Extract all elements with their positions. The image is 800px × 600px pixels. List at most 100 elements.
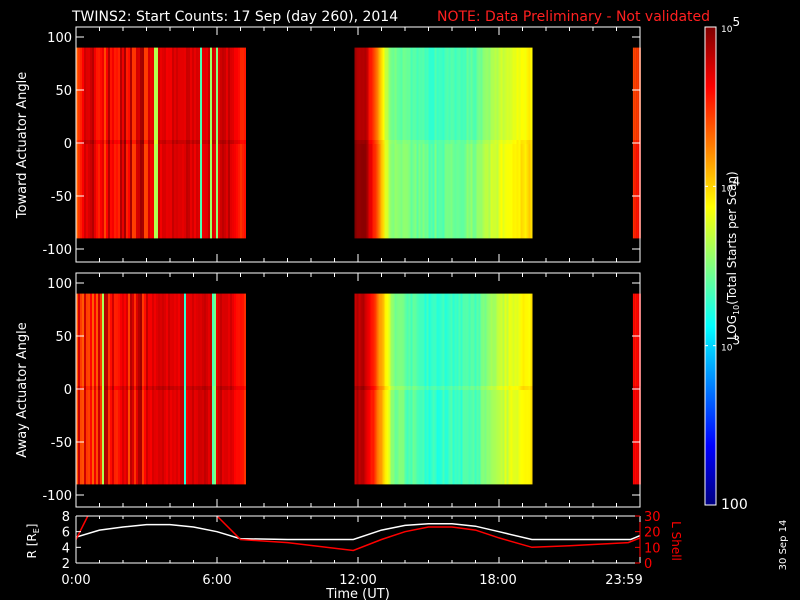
heatmap-cell	[226, 386, 228, 390]
heatmap-cell	[114, 293, 116, 386]
heatmap-cell	[392, 293, 395, 386]
heatmap-cell	[414, 293, 417, 386]
heatmap-cell	[434, 144, 437, 239]
heatmap-cell	[432, 47, 435, 140]
y-tick-label: -100	[42, 243, 72, 258]
heatmap-cell	[138, 386, 140, 390]
heatmap-cell	[120, 144, 122, 239]
heatmap-cell	[514, 47, 517, 140]
heatmap-cell	[398, 293, 401, 386]
heatmap-cell	[398, 140, 401, 144]
heatmap-cell	[498, 144, 501, 239]
heatmap-cell	[354, 144, 357, 239]
heatmap-cell	[368, 390, 371, 485]
heatmap-cell	[412, 386, 415, 390]
heatmap-cell	[148, 140, 150, 144]
heatmap-cell	[468, 140, 471, 144]
heatmap-cell	[412, 293, 415, 386]
heatmap-cell	[510, 144, 513, 239]
heatmap-cell	[486, 386, 489, 390]
heatmap-cell	[164, 293, 166, 386]
heatmap-cell	[244, 144, 246, 239]
heatmap-cell	[362, 140, 365, 144]
heatmap-cell	[430, 293, 433, 386]
heatmap-cell	[90, 386, 92, 390]
heatmap-cell	[480, 386, 483, 390]
heatmap-cell	[456, 386, 459, 390]
heatmap-cell	[190, 144, 192, 239]
heatmap-cell	[498, 140, 501, 144]
heatmap-cell	[210, 386, 212, 390]
heatmap-cell	[190, 47, 192, 140]
heatmap-cell	[126, 144, 128, 239]
heatmap-cell	[438, 144, 441, 239]
heatmap-cell	[134, 47, 136, 140]
heatmap-cell	[430, 140, 433, 144]
heatmap-cell	[464, 390, 467, 485]
heatmap-cell	[376, 293, 379, 386]
heatmap-cell	[450, 390, 453, 485]
heatmap-cell	[636, 144, 639, 239]
heatmap-cell	[452, 144, 455, 239]
heatmap-cell	[152, 47, 154, 140]
heatmap-cell	[516, 47, 519, 140]
heatmap-cell	[356, 386, 359, 390]
l-tick-label: 0	[644, 557, 652, 572]
heatmap-cell	[126, 293, 128, 386]
heatmap-cell	[404, 140, 407, 144]
heatmap-cell	[228, 390, 230, 485]
heatmap-cell	[504, 390, 507, 485]
heatmap-cell	[410, 47, 413, 140]
heatmap-cell	[240, 47, 242, 140]
heatmap-cell	[522, 144, 525, 239]
heatmap-cell	[494, 47, 497, 140]
heatmap-cell	[242, 47, 244, 140]
heatmap-cell	[480, 144, 483, 239]
heatmap-cell	[364, 293, 367, 386]
heatmap-cell	[100, 390, 102, 485]
heatmap-cell	[166, 386, 168, 390]
heatmap-cell	[460, 144, 463, 239]
heatmap-cell	[198, 144, 200, 239]
heatmap-cell	[178, 144, 180, 239]
heatmap-cell	[104, 140, 106, 144]
heatmap-cell	[374, 144, 377, 239]
heatmap-cell	[194, 47, 196, 140]
heatmap-cell	[490, 144, 493, 239]
heatmap-cell	[132, 293, 134, 386]
heatmap-cell	[172, 293, 174, 386]
heatmap-cell	[376, 144, 379, 239]
heatmap-cell	[392, 144, 395, 239]
heatmap-cell	[520, 390, 523, 485]
heatmap-cell	[136, 140, 138, 144]
heatmap-cell	[404, 386, 407, 390]
heatmap-cell	[424, 386, 427, 390]
heatmap-cell	[208, 390, 210, 485]
heatmap-cell	[444, 144, 447, 239]
heatmap-cell	[488, 293, 491, 386]
heatmap-cell	[118, 47, 120, 140]
heatmap-cell	[236, 293, 238, 386]
heatmap-cell	[446, 293, 449, 386]
heatmap-cell	[380, 293, 383, 386]
heatmap-cell	[496, 390, 499, 485]
heatmap-cell	[424, 390, 427, 485]
heatmap-cell	[88, 144, 90, 239]
heatmap-cell	[482, 144, 485, 239]
heatmap-cell	[144, 293, 146, 386]
heatmap-cell	[354, 386, 357, 390]
heatmap-cell	[432, 293, 435, 386]
heatmap-cell	[176, 386, 178, 390]
heatmap-cell	[166, 47, 168, 140]
heatmap-cell	[96, 140, 98, 144]
heatmap-cell	[362, 47, 365, 140]
heatmap-cell	[144, 144, 146, 239]
heatmap-cell	[140, 390, 142, 485]
heatmap-cell	[390, 293, 393, 386]
x-tick-3: 18:00	[479, 573, 516, 588]
heatmap-cell	[454, 390, 457, 485]
heatmap-cell	[108, 390, 110, 485]
heatmap-cell	[522, 293, 525, 386]
heatmap-cell	[112, 144, 114, 239]
heatmap-cell	[140, 144, 142, 239]
